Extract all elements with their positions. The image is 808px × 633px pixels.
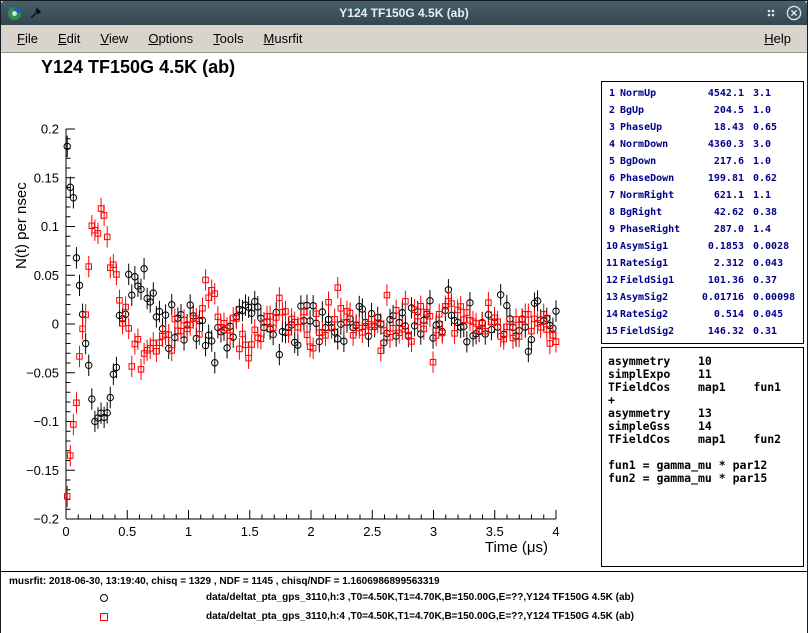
parameter-row: 8BgRight42.620.38: [606, 204, 799, 221]
svg-text:−0.1: −0.1: [33, 414, 59, 429]
theory-line: TFieldCos map1 fun1: [608, 381, 797, 394]
parameter-row: 9PhaseRight287.01.4: [606, 221, 799, 238]
data-series-1: [64, 136, 559, 432]
legend-circle-marker-icon: [100, 594, 108, 602]
svg-text:0.1: 0.1: [41, 219, 59, 234]
parameter-row: 6PhaseDown199.810.62: [606, 170, 799, 187]
svg-text:0: 0: [62, 524, 69, 539]
info-pad: musrfit: 2018-06-30, 13:19:40, chisq = 1…: [1, 571, 807, 633]
theory-pad: asymmetry 10simplExpo 11TFieldCos map1 f…: [601, 347, 804, 567]
svg-text:2: 2: [307, 524, 314, 539]
svg-text:3: 3: [430, 524, 437, 539]
legend-square-marker-icon: [100, 613, 108, 621]
data-series-2: [64, 198, 558, 507]
legend-entry: data/deltat_pta_gps_3110,h:3 ,T0=4.50K,T…: [1, 592, 807, 606]
root-canvas[interactable]: Y124 TF150G 4.5K (ab) −0.2−0.15−0.1−0.05…: [1, 53, 807, 632]
svg-text:3.5: 3.5: [486, 524, 504, 539]
title-bar-right-icons: [763, 1, 802, 25]
svg-text:1.5: 1.5: [241, 524, 259, 539]
menu-left-group: FileEditViewOptionsToolsMusrfit: [7, 27, 313, 50]
parameter-row: 15FieldSig2146.320.31: [606, 323, 799, 340]
menu-bar: FileEditViewOptionsToolsMusrfit Help: [1, 25, 807, 53]
parameter-row: 1NormUp4542.13.1: [606, 85, 799, 102]
plot-area[interactable]: −0.2 −0.15 −0.1 −0.05 0 0.05 0.1 0.15 0.2 0 0.5 1 1.…: [1, 71, 601, 571]
svg-text:0.15: 0.15: [34, 170, 59, 185]
menu-file[interactable]: File: [7, 27, 48, 50]
parameter-row: 12FieldSig1101.360.37: [606, 272, 799, 289]
menu-edit[interactable]: Edit: [48, 27, 90, 50]
parameter-row: 11RateSig12.3120.043: [606, 255, 799, 272]
window-menu-dots-icon[interactable]: [763, 5, 779, 21]
parameter-row: 13AsymSig20.017160.00098: [606, 289, 799, 306]
parameter-row: 5BgDown217.61.0: [606, 153, 799, 170]
legend-label: data/deltat_pta_gps_3110,h:3 ,T0=4.50K,T…: [206, 592, 634, 603]
parameter-table: 1NormUp4542.13.12BgUp204.51.03PhaseUp18.…: [606, 85, 799, 340]
theory-line: TFieldCos map1 fun2: [608, 433, 797, 446]
theory-line: fun2 = gamma_mu * par15: [608, 472, 797, 485]
parameter-row: 2BgUp204.51.0: [606, 102, 799, 119]
svg-text:−0.05: −0.05: [26, 365, 59, 380]
title-bar[interactable]: Y124 TF150G 4.5K (ab): [1, 1, 807, 25]
fit-info: musrfit: 2018-06-30, 13:19:40, chisq = 1…: [9, 576, 440, 587]
parameter-row: 14RateSig20.5140.045: [606, 306, 799, 323]
svg-text:−0.15: −0.15: [26, 463, 59, 478]
window-title: Y124 TF150G 4.5K (ab): [1, 1, 807, 25]
parameter-row: 4NormDown4360.33.0: [606, 136, 799, 153]
axes: −0.2 −0.15 −0.1 −0.05 0 0.05 0.1 0.15 0.2 0 0.5 1 1.…: [13, 122, 560, 557]
svg-text:1: 1: [185, 524, 192, 539]
theory-text: asymmetry 10simplExpo 11TFieldCos map1 f…: [608, 355, 797, 485]
svg-text:0.05: 0.05: [34, 268, 59, 283]
parameter-pad: 1NormUp4542.13.12BgUp204.51.03PhaseUp18.…: [601, 81, 804, 344]
legend-label: data/deltat_pta_gps_3110,h:4 ,T0=4.50K,T…: [206, 611, 634, 622]
menu-help[interactable]: Help: [754, 27, 801, 50]
menu-tools[interactable]: Tools: [203, 27, 253, 50]
legend-entry: data/deltat_pta_gps_3110,h:4 ,T0=4.50K,T…: [1, 611, 807, 625]
menu-options[interactable]: Options: [138, 27, 203, 50]
application-window: { "window": { "title": "Y124 TF150G 4.5K…: [0, 0, 808, 633]
svg-text:0.2: 0.2: [41, 122, 59, 137]
y-axis-label: N(t) per nsec: [13, 182, 30, 269]
parameter-row: 3PhaseUp18.430.65: [606, 119, 799, 136]
close-icon[interactable]: [786, 5, 802, 21]
menu-view[interactable]: View: [90, 27, 138, 50]
svg-text:0.5: 0.5: [118, 524, 136, 539]
svg-text:0: 0: [52, 317, 59, 332]
parameter-row: 10AsymSig10.18530.0028: [606, 238, 799, 255]
svg-text:2.5: 2.5: [363, 524, 381, 539]
svg-text:4: 4: [552, 524, 559, 539]
menu-right-group: Help: [754, 27, 801, 50]
x-axis-label: Time (μs): [485, 539, 548, 556]
menu-musrfit[interactable]: Musrfit: [254, 27, 313, 50]
svg-text:−0.2: −0.2: [33, 512, 59, 527]
parameter-row: 7NormRight621.11.1: [606, 187, 799, 204]
